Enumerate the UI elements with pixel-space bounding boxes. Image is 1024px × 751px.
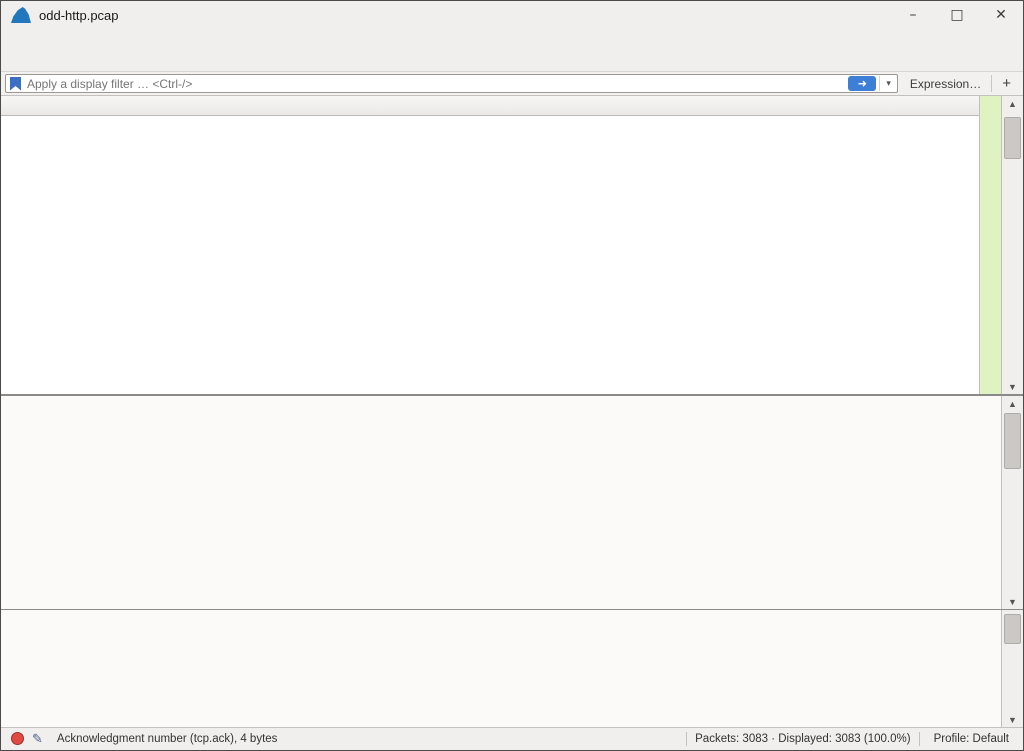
packet-list-pane: ▲ ▼ [1, 96, 1023, 396]
profile-status[interactable]: Profile: Default [928, 733, 1023, 745]
scroll-down-icon[interactable]: ▼ [1008, 379, 1017, 394]
packet-list-header [1, 96, 979, 116]
scroll-up-icon[interactable]: ▲ [1008, 96, 1017, 111]
packet-list-rows [1, 116, 979, 394]
menu-bar [1, 29, 1023, 48]
maximize-button[interactable]: □ [935, 1, 979, 29]
main-toolbar [1, 48, 1023, 72]
expression-button[interactable]: Expression… [898, 77, 991, 91]
scrollbar-thumb[interactable] [1004, 413, 1021, 469]
add-filter-button[interactable]: + [991, 75, 1017, 92]
packet-details-pane: ▲ ▼ [1, 396, 1023, 610]
filter-bookmark-icon[interactable] [10, 76, 21, 91]
packet-list-scrollbar[interactable]: ▲ ▼ [1001, 96, 1023, 394]
apply-filter-button[interactable]: ➜ [848, 76, 877, 91]
selected-field-status: Acknowledgment number (tcp.ack), 4 bytes [56, 732, 278, 745]
packet-counts: Packets: 3083 · Displayed: 3083 (100.0%) [695, 732, 911, 745]
title-bar: odd-http.pcap – □ ✕ [1, 1, 1023, 29]
scrollbar-thumb[interactable] [1004, 117, 1021, 159]
expert-info-icon[interactable] [11, 732, 24, 745]
packet-bytes-pane: ▼ [1, 610, 1023, 727]
status-bar: ✎ Acknowledgment number (tcp.ack), 4 byt… [1, 727, 1023, 749]
close-button[interactable]: ✕ [979, 1, 1023, 29]
scrollbar-thumb[interactable] [1004, 614, 1021, 644]
window-title: odd-http.pcap [39, 7, 119, 23]
scroll-up-icon[interactable]: ▲ [1008, 396, 1017, 411]
filter-dropdown-caret[interactable]: ▾ [879, 76, 897, 91]
bytes-scrollbar[interactable]: ▼ [1001, 610, 1023, 727]
filter-bar: ➜ ▾ Expression… + [1, 72, 1023, 96]
minimize-button[interactable]: – [891, 1, 935, 29]
wireshark-window: odd-http.pcap – □ ✕ ➜ ▾ Expression… + [0, 0, 1024, 751]
scroll-down-icon[interactable]: ▼ [1008, 712, 1017, 727]
scroll-down-icon[interactable]: ▼ [1008, 594, 1017, 609]
display-filter-input[interactable] [27, 76, 849, 91]
details-scrollbar[interactable]: ▲ ▼ [1001, 396, 1023, 609]
display-filter-box[interactable]: ➜ ▾ [5, 74, 898, 93]
packet-minimap[interactable] [979, 96, 1001, 394]
capture-comment-icon[interactable]: ✎ [32, 731, 43, 747]
wireshark-logo-icon [11, 7, 31, 23]
